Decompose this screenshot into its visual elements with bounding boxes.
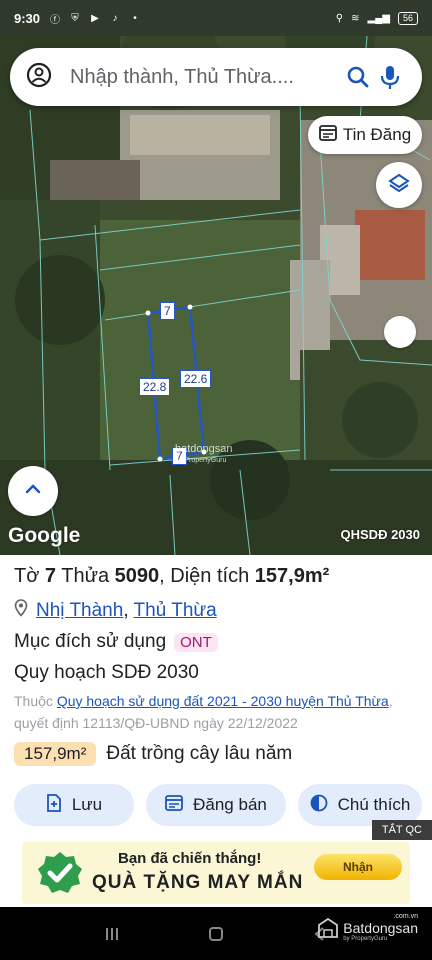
parcel-address: Nhị Thành, Thủ Thừa	[14, 599, 217, 623]
layers-icon	[388, 172, 410, 199]
parcel-dim-left: 22.8	[139, 378, 171, 396]
plan-reference-link[interactable]: Quy hoạch sử dụng đất 2021 - 2030 huyện …	[57, 693, 389, 709]
badge-check-icon	[38, 852, 82, 893]
zone-area-badge: 157,9m²	[14, 742, 97, 766]
save-button[interactable]: Lưu	[14, 784, 134, 826]
ad-subheadline: QUÀ TẶNG MAY MẮN	[92, 872, 304, 893]
close-ad-button[interactable]: TẮT QC	[371, 820, 432, 840]
expand-sheet-button[interactable]	[8, 466, 58, 516]
listing-icon	[165, 794, 184, 816]
legend-label: Chú thích	[337, 795, 411, 814]
tiktok-icon: ♪	[112, 12, 118, 24]
listing-icon	[318, 124, 337, 146]
purpose-code-badge: ONT	[174, 632, 218, 652]
tin-dang-button[interactable]: Tin Đăng	[308, 116, 422, 154]
save-file-icon	[46, 793, 62, 817]
parcel-dim-right: 22.6	[180, 370, 212, 388]
search-input[interactable]: Nhập thành, Thủ Thừa....	[70, 66, 342, 89]
google-logo: Google	[8, 524, 81, 547]
signal-icon: ▂▄▆	[367, 12, 390, 24]
account-icon[interactable]	[26, 62, 52, 93]
parcel-info-sheet: Tờ 7 Thửa 5090, Diện tích 157,9m² Nhị Th…	[0, 555, 432, 907]
layers-button[interactable]	[376, 162, 422, 208]
action-buttons: Lưu Đăng bán Chú thích	[14, 784, 422, 826]
parcel-dim-top: 7	[160, 302, 175, 320]
save-label: Lưu	[71, 795, 103, 814]
ad-headline: Bạn đã chiến thắng!	[118, 850, 262, 867]
land-purpose-row: Mục đích sử dụng ONT	[14, 631, 218, 653]
plan-reference: Thuộc Quy hoạch sử dụng đất 2021 - 2030 …	[14, 693, 393, 731]
microphone-icon[interactable]	[374, 61, 406, 93]
ad-banner[interactable]: Bạn đã chiến thắng! QUÀ TẶNG MAY MẮN Nhậ…	[22, 842, 410, 904]
status-time: 9:30	[14, 10, 41, 26]
overlay-layer-label: QHSDĐ 2030	[340, 527, 420, 542]
map-view[interactable]: 7 22.8 22.6 7 batdongsan by PropertyGuru …	[0, 0, 432, 555]
wifi-icon: ≋	[351, 12, 360, 24]
ad-claim-button[interactable]: Nhận	[314, 854, 402, 880]
location-icon: ⚲	[335, 12, 344, 24]
shield-icon: ⛨	[71, 12, 79, 24]
youtube-icon: ▶	[91, 12, 99, 24]
battery-icon: 56	[397, 11, 418, 25]
purpose-label: Mục đích sử dụng	[14, 631, 167, 652]
facebook-icon: ⓕ	[50, 14, 61, 26]
half-circle-icon	[310, 794, 328, 817]
map-watermark: batdongsan by PropertyGuru	[175, 443, 233, 465]
batdongsan-watermark: .com.vn Batdongsan by PropertyGuru	[317, 913, 418, 942]
home-icon[interactable]	[207, 925, 225, 943]
status-bar: 9:30 ⓕ ⛨ ▶ ♪ • ⚲ ≋ ▂▄▆ 56	[0, 0, 432, 36]
location-marker[interactable]	[384, 316, 416, 348]
tin-dang-label: Tin Đăng	[342, 125, 412, 144]
sell-listing-button[interactable]: Đăng bán	[146, 784, 286, 826]
search-bar[interactable]: Nhập thành, Thủ Thừa....	[10, 48, 422, 106]
location-pin-icon	[14, 599, 28, 623]
sell-label: Đăng bán	[193, 795, 267, 814]
search-icon[interactable]	[342, 61, 374, 93]
batdongsan-logo-icon	[318, 917, 339, 938]
district-link[interactable]: Thủ Thừa	[134, 600, 217, 621]
zone-name: Đất trồng cây lâu năm	[106, 743, 293, 764]
parcel-title: Tờ 7 Thửa 5090, Diện tích 157,9m²	[14, 565, 330, 587]
zone-row: 157,9m² Đất trồng cây lâu năm	[14, 742, 292, 766]
chevron-up-icon	[24, 482, 42, 500]
recent-apps-icon[interactable]	[103, 925, 121, 943]
commune-link[interactable]: Nhị Thành	[36, 600, 123, 621]
plan-title: Quy hoạch SDĐ 2030	[14, 662, 199, 683]
notification-dot-icon: •	[133, 12, 137, 24]
